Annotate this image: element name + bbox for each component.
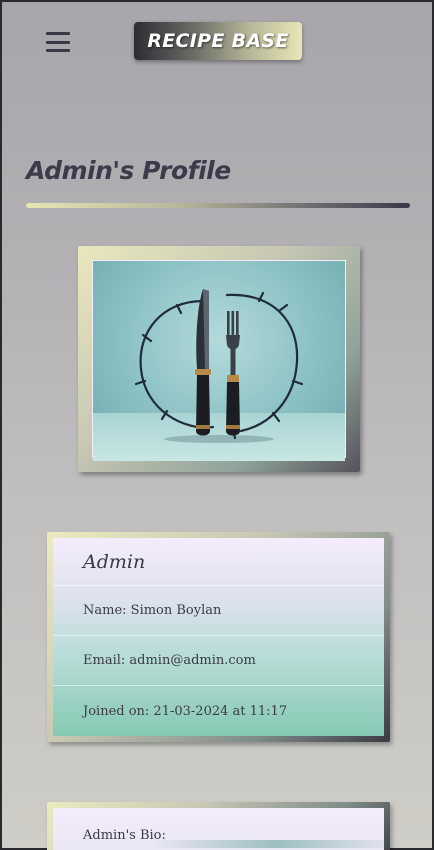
profile-image-frame: [78, 246, 360, 472]
profile-image-mat: [92, 260, 346, 461]
profile-image: [93, 261, 345, 461]
knife-and-fork-icon: [134, 289, 304, 443]
brand-label: RECIPE BASE: [147, 30, 289, 52]
profile-details-card: Admin Name: Simon Boylan Email: admin@ad…: [47, 532, 390, 742]
menu-bar: [46, 40, 70, 44]
menu-bar: [46, 32, 70, 35]
profile-username: Admin: [53, 538, 384, 586]
profile-name: Name: Simon Boylan: [53, 586, 384, 636]
page-title: Admin's Profile: [26, 156, 231, 185]
title-divider: [26, 203, 410, 208]
footer-glimpse: [152, 840, 402, 848]
brand-logo[interactable]: RECIPE BASE: [134, 22, 302, 60]
hamburger-menu-icon[interactable]: [46, 32, 70, 52]
menu-bar: [46, 49, 70, 52]
profile-email: Email: admin@admin.com: [53, 636, 384, 686]
profile-details-list: Admin Name: Simon Boylan Email: admin@ad…: [53, 538, 384, 736]
profile-joined-date: Joined on: 21-03-2024 at 11:17: [83, 703, 288, 719]
top-navbar: RECIPE BASE: [2, 2, 432, 82]
bio-label: Admin's Bio:: [83, 828, 166, 843]
